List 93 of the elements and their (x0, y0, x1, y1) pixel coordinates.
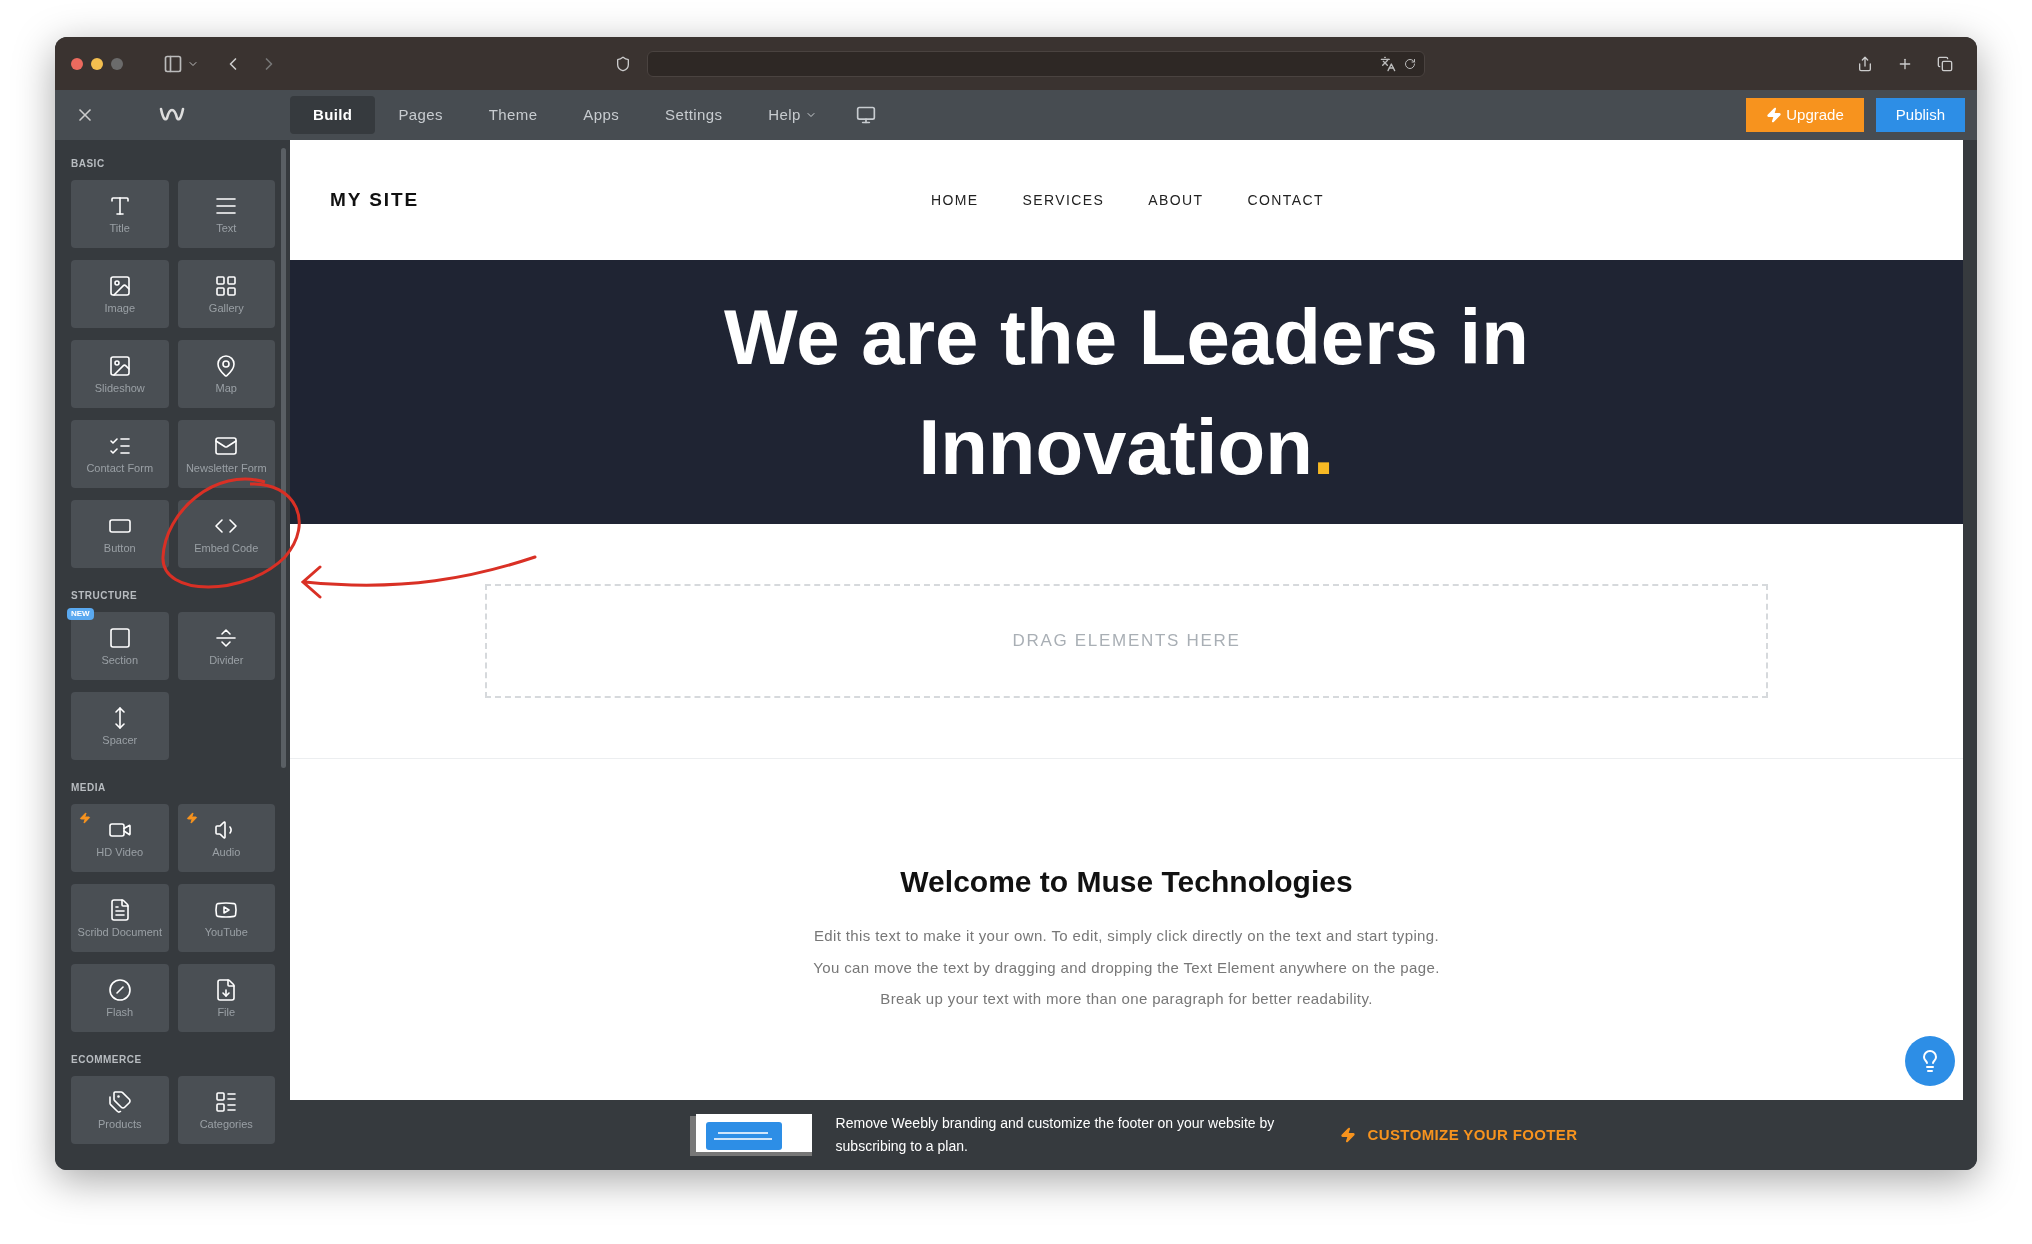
editor-tab[interactable]: Settings (642, 96, 746, 134)
tile-label: Flash (105, 1006, 135, 1018)
element-tile[interactable]: Products (71, 1076, 169, 1144)
element-tile[interactable]: Embed Code (177, 500, 275, 568)
tile-label: YouTube (203, 926, 249, 938)
reload-icon[interactable] (1404, 57, 1416, 70)
rectangle-icon (107, 626, 132, 650)
new-badge: NEW (67, 608, 94, 620)
editor-tab[interactable]: Build (290, 96, 376, 134)
element-tile[interactable]: YouTube (177, 884, 275, 952)
hero-title: Innovation. (918, 402, 1335, 493)
close-window-icon[interactable] (71, 57, 83, 70)
help-bubble[interactable] (1905, 1036, 1955, 1086)
tile-label: Text (215, 222, 238, 234)
element-tile[interactable]: Newsletter Form (177, 420, 275, 488)
hero-title: We are the Leaders in (724, 292, 1529, 383)
editor-tab[interactable]: Pages (375, 96, 466, 134)
element-tile[interactable]: Divider (177, 612, 275, 680)
element-tile[interactable]: Title (71, 180, 169, 248)
drop-zone-label: DRAG ELEMENTS HERE (1012, 630, 1241, 653)
drop-zone[interactable]: DRAG ELEMENTS HERE (485, 584, 1768, 698)
nav-link[interactable]: CONTACT (1247, 189, 1324, 211)
element-tile[interactable]: Flash (71, 964, 169, 1032)
element-tile[interactable]: Text (177, 180, 275, 248)
sidebar-toggle-icon[interactable] (163, 53, 183, 74)
tile-label: Image (103, 302, 137, 314)
section-heading: BASIC (71, 157, 106, 171)
publish-button[interactable]: Publish (1875, 98, 1965, 132)
nav-link[interactable]: SERVICES (1022, 189, 1105, 211)
bolt-icon (1766, 107, 1783, 123)
nav-link[interactable]: HOME (930, 189, 979, 211)
scrollbar[interactable] (281, 148, 286, 768)
tile-label: Title (108, 222, 131, 234)
translate-icon[interactable] (1380, 55, 1396, 72)
element-tile[interactable]: Map (177, 340, 275, 408)
element-tile[interactable]: Audio (177, 804, 275, 872)
element-tile[interactable]: Image (71, 260, 169, 328)
section-heading: MEDIA (71, 781, 107, 795)
tile-label: Map (214, 382, 238, 394)
tags-icon (107, 1090, 132, 1114)
upgrade-button[interactable]: Upgrade (1746, 98, 1864, 132)
tile-label: Embed Code (193, 542, 260, 554)
share-icon[interactable] (1857, 55, 1873, 72)
minimize-window-icon[interactable] (91, 57, 103, 70)
section-heading: STRUCTURE (71, 589, 139, 603)
element-tile[interactable]: Spacer (71, 692, 169, 760)
mail-icon (214, 434, 239, 458)
tile-label: Audio (211, 846, 242, 858)
editor-tab[interactable]: Theme (465, 96, 561, 134)
tile-label: Section (100, 654, 140, 666)
element-tile[interactable]: File (177, 964, 275, 1032)
tabs-overview-icon[interactable] (1937, 55, 1953, 72)
element-tile[interactable]: Categories (177, 1076, 275, 1144)
image-icon (107, 274, 132, 298)
body-text: Break up your text with more than one paragraph for better readability. (880, 989, 1373, 1009)
editor-tab[interactable]: Apps (560, 96, 643, 134)
address-field[interactable] (647, 50, 1425, 77)
element-tile[interactable]: HD Video (71, 804, 169, 872)
slideshow-icon (107, 354, 132, 378)
tile-label: Products (97, 1118, 143, 1130)
shield-icon[interactable] (615, 55, 631, 72)
editor-tab[interactable]: Help (745, 96, 840, 134)
footer-preview-icon (689, 1114, 812, 1156)
bolt-icon (1339, 1127, 1356, 1143)
section-heading: ECOMMERCE (71, 1053, 143, 1067)
tile-label: Gallery (207, 302, 245, 314)
body-text: You can move the text by dragging and dropping the Text Element anywhere on the page. (813, 957, 1440, 978)
grid-icon (214, 274, 239, 298)
tile-label: Contact Form (85, 462, 155, 474)
tile-label: Button (102, 542, 137, 554)
tile-label: Scribd Document (76, 926, 163, 938)
tile-label: File (216, 1006, 237, 1018)
body-text: Edit this text to make it your own. To edit, simply click directly on the text and start typing. (813, 926, 1440, 946)
device-preview-icon[interactable] (855, 105, 876, 125)
tile-label: Newsletter Form (184, 462, 268, 474)
site-logo: MY SITE (330, 187, 419, 212)
tile-label: Divider (208, 654, 245, 666)
categories-icon (214, 1090, 239, 1114)
element-tile[interactable]: Slideshow (71, 340, 169, 408)
welcome-title: Welcome to Muse Technologies (900, 864, 1353, 900)
tile-label: HD Video (95, 846, 145, 858)
divider-icon (214, 626, 239, 650)
element-tile[interactable]: Gallery (177, 260, 275, 328)
element-tile[interactable]: Contact Form (71, 420, 169, 488)
tile-label: Categories (198, 1118, 254, 1130)
customize-footer-link[interactable]: CUSTOMIZE YOUR FOOTER (1339, 1123, 1578, 1147)
tile-label: Spacer (101, 734, 139, 746)
footer-message: Remove Weebly branding and customize the footer on your website by subscribing to a plan. (835, 1114, 1276, 1156)
w-logo-icon[interactable] (159, 106, 185, 124)
tile-label: Slideshow (93, 382, 146, 394)
element-tile[interactable]: Scribd Document (71, 884, 169, 952)
nav-link[interactable]: ABOUT (1148, 189, 1204, 211)
element-tile[interactable]: Button (71, 500, 169, 568)
